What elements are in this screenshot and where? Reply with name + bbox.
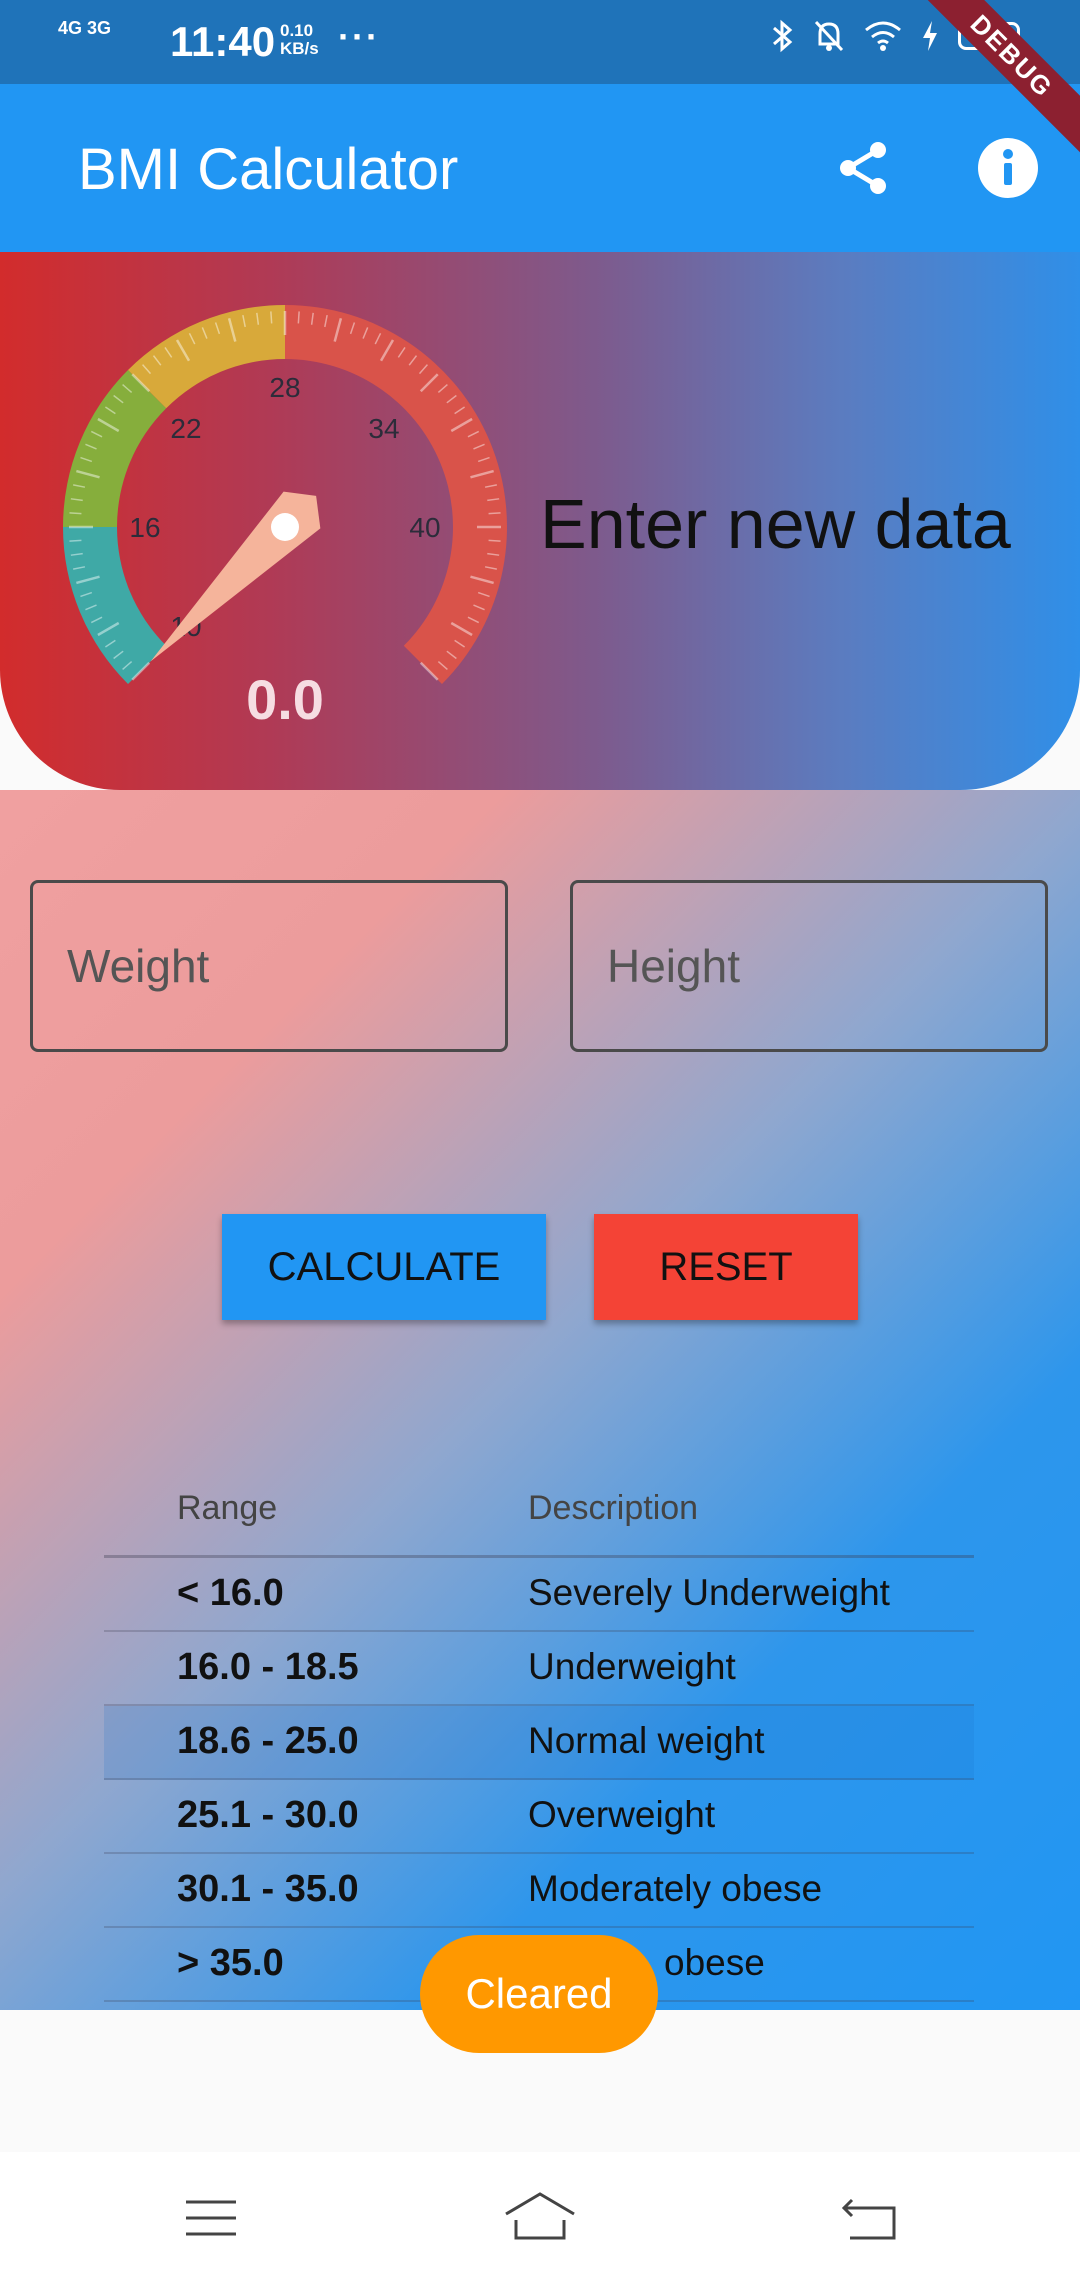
gauge-tick-label: 40	[409, 512, 440, 543]
bmi-gauge: 101622283440 0.0	[63, 305, 507, 731]
gauge-segment	[285, 305, 507, 684]
gauge-needle-center	[271, 513, 299, 541]
gauge-tick	[488, 512, 501, 515]
weight-field[interactable]	[30, 880, 508, 1052]
app-title: BMI Calculator	[78, 137, 459, 202]
info-button[interactable]	[968, 128, 1048, 208]
gauge-tick	[69, 512, 82, 515]
table-row: 30.1 - 35.0 Moderately obese	[104, 1854, 974, 1928]
reset-button[interactable]: RESET	[594, 1214, 858, 1320]
home-icon[interactable]	[500, 2188, 580, 2248]
gauge-segment	[128, 305, 285, 409]
gauge-tick-label: 16	[129, 512, 160, 543]
gauge-tick	[69, 539, 82, 542]
table-row: 16.0 - 18.5 Underweight	[104, 1632, 974, 1706]
system-nav-bar	[0, 2152, 1080, 2280]
table-row: 18.6 - 25.0 Normal weight	[104, 1706, 974, 1780]
description-cell: Normal weight	[528, 1720, 765, 1761]
status-time: 11:40	[170, 18, 276, 65]
description-cell: Severely Underweight	[528, 1572, 890, 1613]
mute-bell-icon	[814, 20, 844, 52]
gauge-segment	[63, 527, 167, 684]
cleared-toast: Cleared	[420, 1935, 658, 2053]
more-notifications-icon: ···	[338, 16, 380, 57]
gauge-tick-label: 22	[170, 413, 201, 444]
table-row: < 16.0 Severely Underweight	[104, 1558, 974, 1632]
bluetooth-icon	[773, 19, 793, 53]
gauge-segment	[63, 370, 167, 527]
range-cell: > 35.0	[177, 1942, 284, 1984]
gauge-tick	[488, 539, 501, 542]
height-field[interactable]	[570, 880, 1048, 1052]
gauge-tick-label: 34	[368, 413, 399, 444]
main-content: CALCULATE RESET Range Description < 16.0…	[0, 790, 1080, 2010]
height-input[interactable]	[573, 883, 1045, 1049]
description-cell: Moderately obese	[528, 1868, 823, 1909]
range-cell: 18.6 - 25.0	[177, 1720, 359, 1762]
share-button[interactable]	[824, 128, 904, 208]
info-icon	[978, 138, 1038, 198]
range-column-header: Range	[177, 1489, 278, 1527]
range-cell: 16.0 - 18.5	[177, 1646, 359, 1688]
bmi-range-table: Range Description < 16.0 Severely Underw…	[104, 1445, 974, 2002]
description-cell: Underweight	[528, 1646, 736, 1687]
range-cell: 25.1 - 30.0	[177, 1794, 359, 1836]
network-speed: 0.10 KB/s	[280, 22, 319, 58]
result-header: 101622283440 0.0 Enter new data	[0, 252, 1080, 790]
range-cell: < 16.0	[177, 1572, 284, 1614]
network-indicator: 4G 3G	[58, 18, 112, 38]
range-cell: 30.1 - 35.0	[177, 1868, 359, 1910]
gauge-tick	[297, 311, 300, 324]
description-column-header: Description	[528, 1489, 699, 1527]
share-icon	[840, 142, 886, 194]
menu-icon[interactable]	[172, 2188, 252, 2248]
wifi-icon	[865, 21, 901, 51]
table-header: Range Description	[104, 1445, 974, 1558]
speed-value: 0.10	[280, 21, 314, 40]
description-cell: Overweight	[528, 1794, 716, 1835]
calculate-button[interactable]: CALCULATE	[222, 1214, 546, 1320]
description-cell: obese	[664, 1942, 765, 1983]
app-bar: BMI Calculator	[0, 84, 1080, 252]
speed-unit: KB/s	[280, 39, 319, 58]
result-message: Enter new data	[540, 485, 1011, 563]
bmi-value: 0.0	[246, 668, 324, 731]
gauge-tick-label: 28	[269, 372, 300, 403]
back-icon[interactable]	[830, 2188, 910, 2248]
gauge-tick	[270, 311, 273, 324]
status-bar: 4G 3G 11:40 0.10 KB/s ··· 12 DEBUG	[0, 0, 1080, 155]
weight-input[interactable]	[33, 883, 505, 1049]
table-row: 25.1 - 30.0 Overweight	[104, 1780, 974, 1854]
charging-icon	[923, 21, 937, 51]
